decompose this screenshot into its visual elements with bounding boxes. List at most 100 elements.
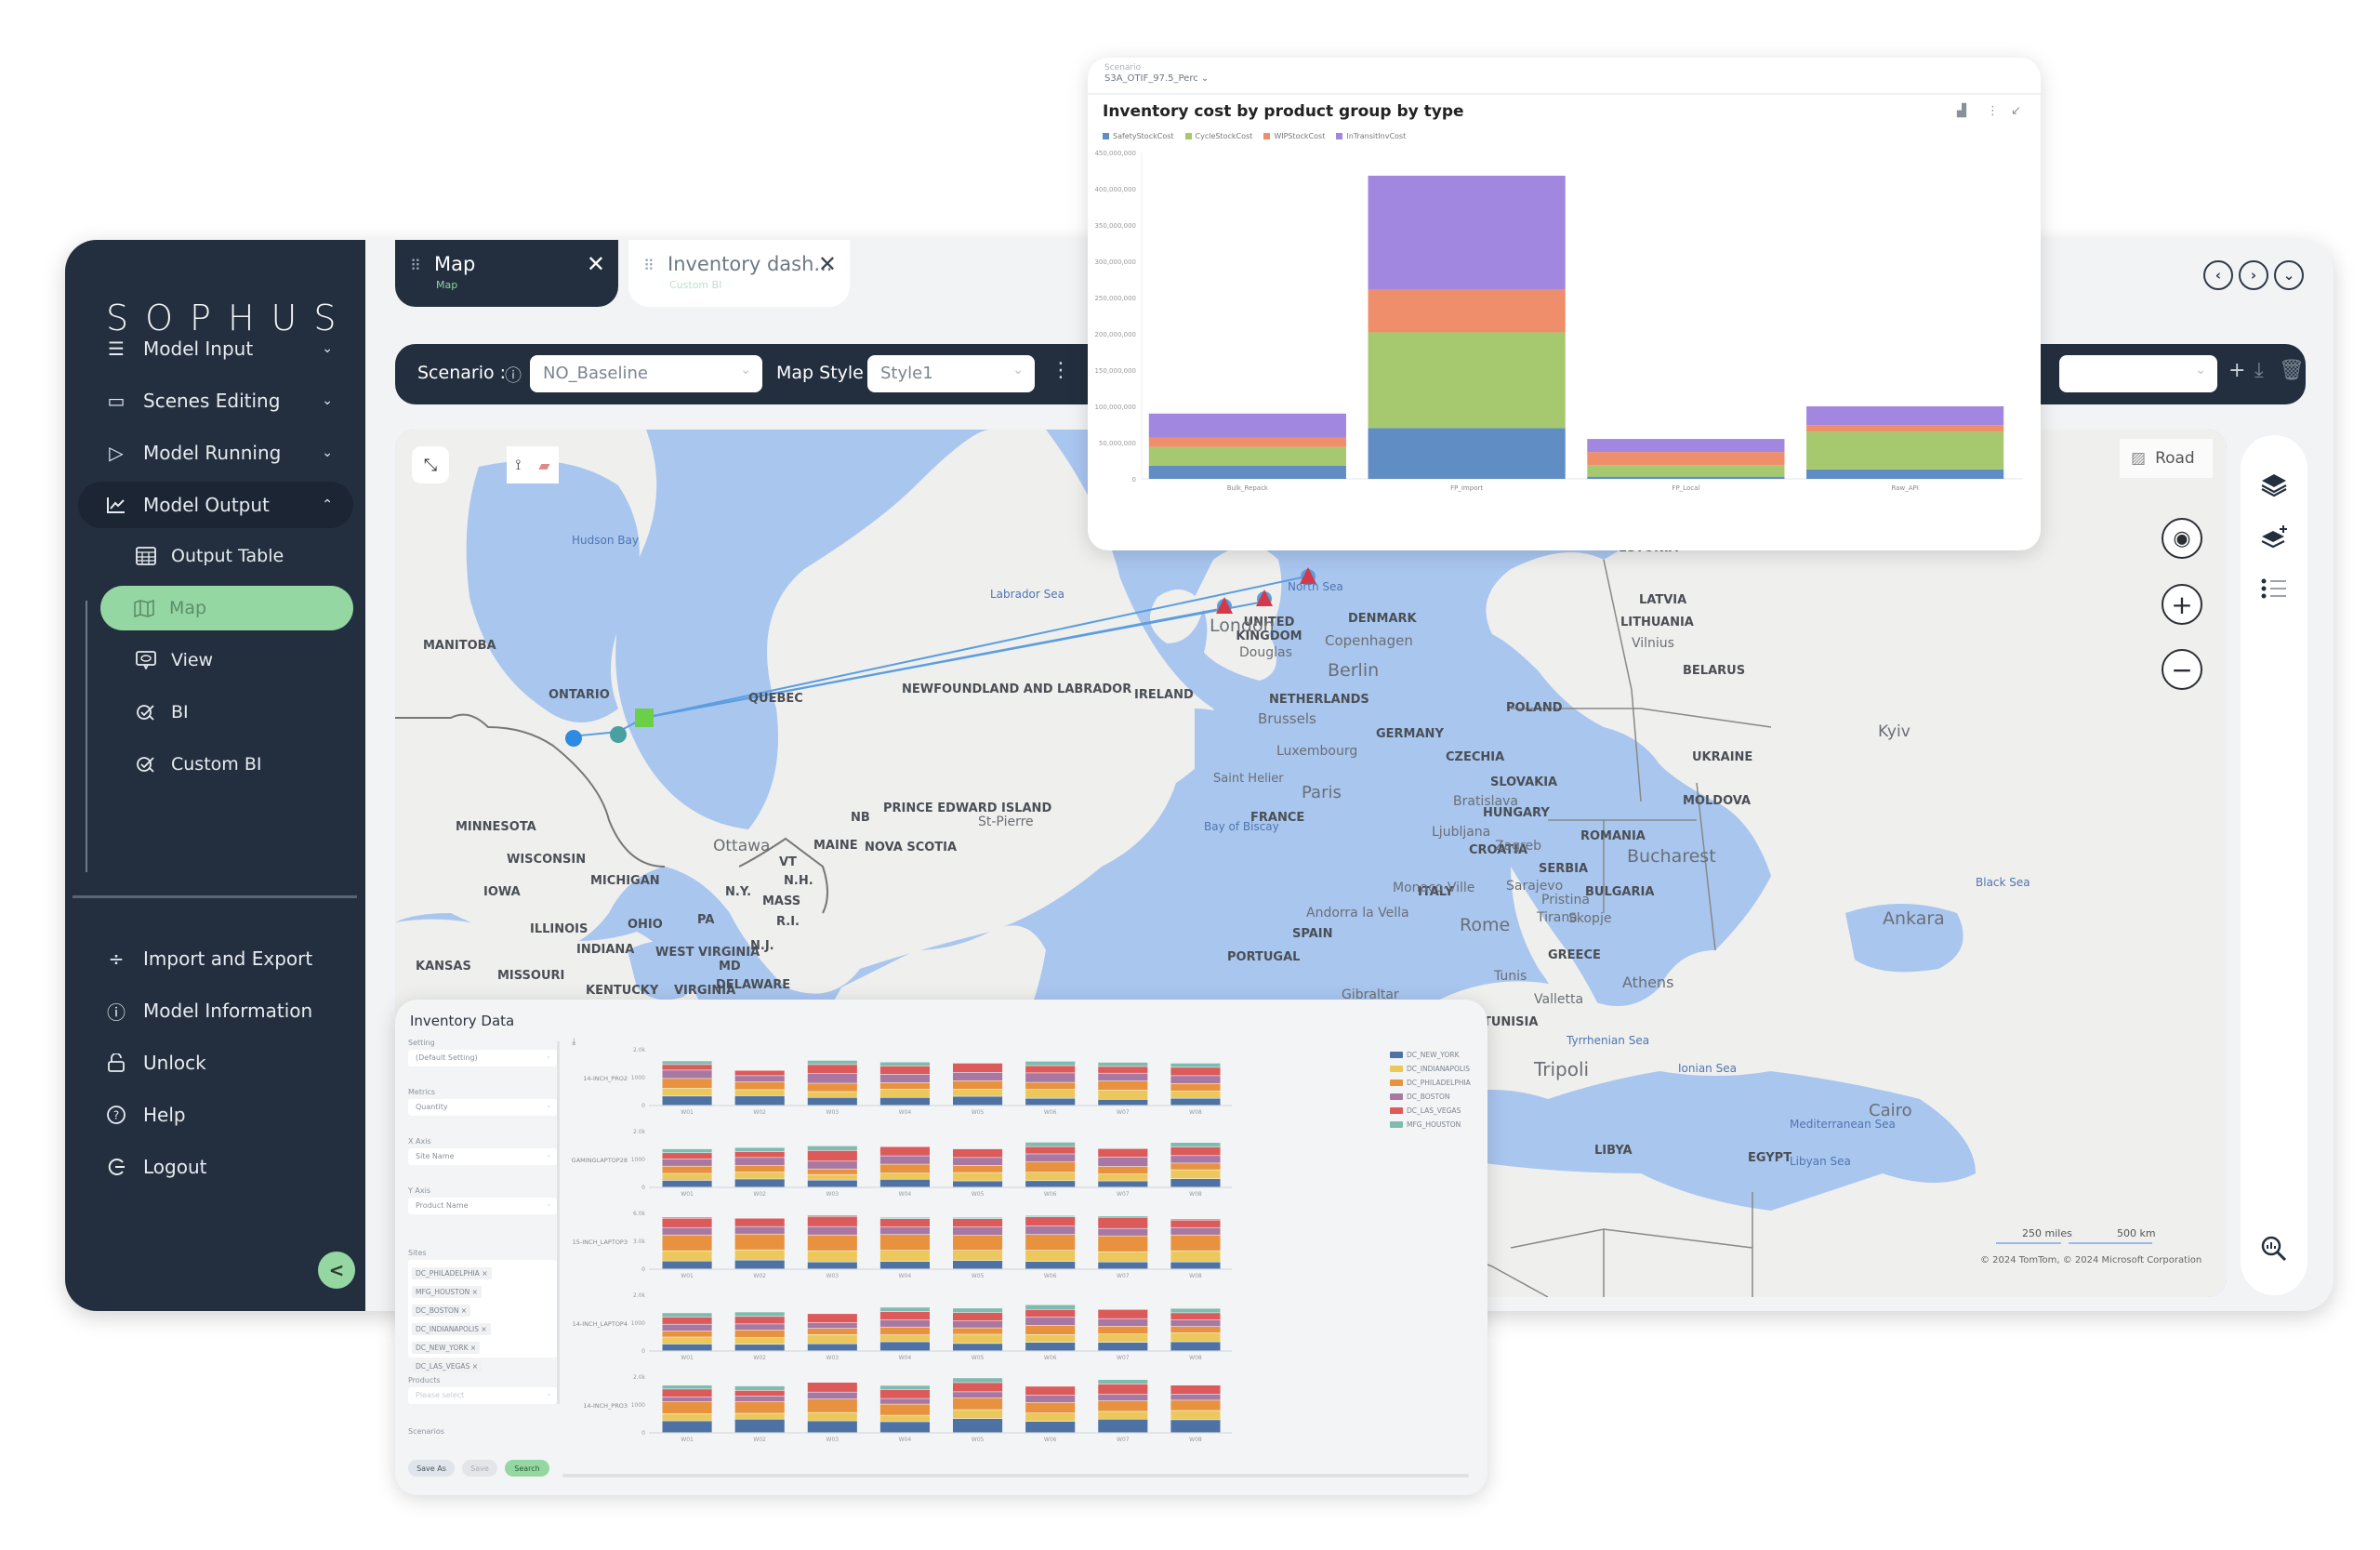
bar-segment[interactable] [953,1378,1003,1383]
site-marker-dc[interactable] [610,726,627,743]
bar-segment[interactable] [879,1082,930,1089]
bar-segment[interactable] [1025,1061,1076,1066]
site-tag[interactable]: DC_LAS_VEGAS × [412,1360,482,1372]
tab-menu-button[interactable]: ⌄ [2274,260,2304,290]
sites-multiselect[interactable]: DC_PHILADELPHIA × MFG_HOUSTON × DC_BOSTO… [408,1260,557,1372]
collapse-sidebar-button[interactable]: < [318,1252,355,1289]
bar-segment[interactable] [953,1398,1003,1410]
bar-segment[interactable] [1025,1162,1076,1172]
bar-segment[interactable] [1170,1420,1221,1433]
bar-segment[interactable] [734,1317,785,1324]
bar-segment[interactable] [807,1092,857,1097]
bar-segment[interactable] [953,1217,1003,1219]
bar-segment[interactable] [1025,1082,1076,1090]
bar-segment[interactable] [953,1251,1003,1261]
bar-segment[interactable] [1170,1326,1221,1333]
bar-segment[interactable] [807,1399,857,1412]
bar-segment[interactable] [807,1083,857,1092]
bar-segment[interactable] [807,1344,857,1351]
site-tag[interactable]: DC_PHILADELPHIA × [412,1267,492,1279]
bar-segment[interactable] [1148,446,1346,466]
bar-segment[interactable] [662,1079,712,1089]
bar-segment[interactable] [1170,1320,1221,1327]
bar-segment[interactable] [953,1328,1003,1334]
bar-segment[interactable] [807,1146,857,1151]
bar-segment[interactable] [1025,1305,1076,1310]
bar-segment[interactable] [807,1180,857,1187]
map-style-select[interactable]: Style1 ⌄ [867,355,1035,392]
bar-segment[interactable] [879,1066,930,1075]
bar-segment[interactable] [1170,1400,1221,1411]
bar-segment[interactable] [807,1060,857,1065]
bar-segment[interactable] [1170,1342,1221,1351]
bar-segment[interactable] [1587,439,1785,453]
bar-segment[interactable] [953,1172,1003,1181]
map-style-toggle[interactable]: ▨ Road [2120,439,2213,478]
bar-segment[interactable] [734,1226,785,1234]
bar-segment[interactable] [953,1308,1003,1313]
bar-segment[interactable] [1170,1385,1221,1394]
sidebar-item-import-export[interactable]: ÷ Import and Export [78,935,353,982]
bar-segment[interactable] [953,1320,1003,1328]
bar-segment[interactable] [662,1166,712,1173]
save-button[interactable]: Save [462,1460,497,1477]
bar-segment[interactable] [734,1081,785,1090]
bar-segment[interactable] [734,1390,785,1397]
bar-segment[interactable] [1098,1343,1148,1351]
bar-segment[interactable] [734,1172,785,1179]
bar-segment[interactable] [734,1095,785,1106]
bar-segment[interactable] [1098,1380,1148,1384]
bar-segment[interactable] [879,1342,930,1351]
bar-segment[interactable] [1170,1170,1221,1179]
legend-item[interactable]: DC_INDIANAPOLIS [1390,1062,1471,1076]
bar-segment[interactable] [1025,1402,1076,1413]
bar-segment[interactable] [1170,1076,1221,1083]
bar-segment[interactable] [1098,1334,1148,1343]
bar-segment[interactable] [1098,1236,1148,1252]
bar-segment[interactable] [662,1227,712,1235]
bar-segment[interactable] [1170,1083,1221,1092]
bar-segment[interactable] [662,1065,712,1070]
bar-segment[interactable] [662,1251,712,1261]
bar-segment[interactable] [953,1148,1003,1158]
bar-segment[interactable] [1098,1080,1148,1091]
bar-segment[interactable] [953,1089,1003,1096]
layers-icon[interactable] [2257,470,2291,498]
chart-horizontal-scrollbar[interactable] [562,1474,1469,1477]
bar-segment[interactable] [1170,1227,1221,1235]
bar-segment[interactable] [879,1062,930,1066]
bar-segment[interactable] [879,1089,930,1097]
bar-segment[interactable] [1098,1394,1148,1401]
legend-item[interactable]: DC_PHILADELPHIA [1390,1076,1471,1090]
legend-item[interactable]: MFG_HOUSTON [1390,1118,1471,1132]
bar-segment[interactable] [807,1323,857,1329]
bar-segment[interactable] [662,1159,712,1166]
scenario-dropdown[interactable]: S3A_OTIF_97.5_Perc ⌄ [1104,73,1209,84]
bar-segment[interactable] [1025,1317,1076,1326]
bar-segment[interactable] [1025,1343,1076,1351]
metrics-select[interactable]: Quantity ⌄ [408,1099,557,1116]
sidebar-item-model-running[interactable]: ▷ Model Running ⌄ [78,430,353,476]
scenario-select[interactable]: NO_Baseline ⌄ [530,355,762,392]
minimize-arrow-icon[interactable]: ↙ [2011,104,2021,118]
prev-tab-button[interactable]: ‹ [2203,260,2233,290]
bar-segment[interactable] [1025,1422,1076,1433]
bar-segment[interactable] [734,1147,785,1152]
bar-segment[interactable] [953,1227,1003,1236]
bar-segment[interactable] [734,1345,785,1351]
bar-segment[interactable] [879,1320,930,1327]
bar-segment[interactable] [879,1164,930,1173]
bar-segment[interactable] [1098,1262,1148,1269]
bar-segment[interactable] [662,1337,712,1345]
bar-segment[interactable] [1025,1395,1076,1402]
bar-segment[interactable] [1025,1217,1076,1226]
bar-segment[interactable] [1170,1251,1221,1262]
bar-segment[interactable] [879,1334,930,1342]
bar-segment[interactable] [1170,1220,1221,1227]
bar-segment[interactable] [1148,465,1346,479]
bar-segment[interactable] [1098,1090,1148,1100]
bar-segment[interactable] [1170,1308,1221,1313]
bar-segment[interactable] [953,1392,1003,1398]
bar-segment[interactable] [1098,1216,1148,1217]
bar-segment[interactable] [734,1070,785,1076]
